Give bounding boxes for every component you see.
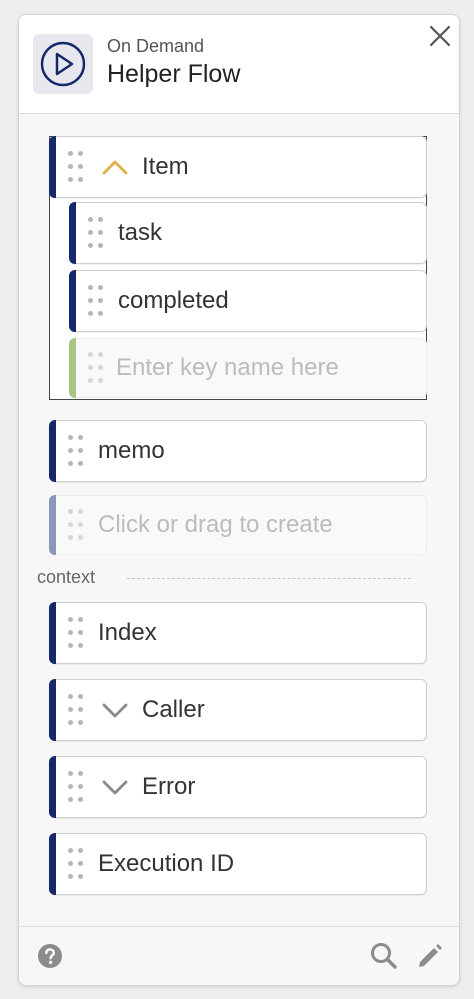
context-item-label: Error — [142, 773, 196, 800]
context-item-execution-id[interactable]: Execution ID — [49, 833, 427, 895]
context-item-caller[interactable]: Caller — [49, 679, 427, 741]
close-button[interactable] — [425, 21, 455, 51]
field-memo[interactable]: memo — [49, 420, 427, 482]
search-icon[interactable] — [369, 941, 399, 971]
chevron-down-icon[interactable] — [102, 702, 128, 718]
chevron-down-icon[interactable] — [102, 779, 128, 795]
child-item-completed[interactable]: completed — [69, 270, 427, 332]
field-label: memo — [98, 437, 165, 464]
create-placeholder-text: Click or drag to create — [98, 511, 333, 538]
context-divider — [127, 578, 411, 579]
drag-handle-icon[interactable] — [88, 285, 104, 317]
context-item-label: Caller — [142, 696, 205, 723]
drag-handle-icon[interactable] — [68, 151, 84, 183]
create-field-dropzone[interactable]: Click or drag to create — [49, 495, 427, 555]
context-section-label: context — [37, 567, 96, 587]
context-item-error[interactable]: Error — [49, 756, 427, 818]
chevron-up-icon[interactable] — [102, 159, 128, 175]
item-group-header[interactable]: Item — [49, 136, 427, 198]
flow-type-label: On Demand — [107, 36, 205, 56]
close-icon — [429, 25, 451, 47]
context-item-label: Execution ID — [98, 850, 235, 877]
drag-handle-icon[interactable] — [68, 771, 84, 803]
drag-handle-icon[interactable] — [88, 217, 104, 249]
drag-handle-icon — [88, 352, 104, 384]
drag-handle-icon[interactable] — [68, 848, 84, 880]
drag-handle-icon — [68, 509, 84, 541]
child-item-task[interactable]: task — [69, 202, 427, 264]
new-key-input[interactable]: Enter key name here — [69, 338, 427, 398]
drag-handle-icon[interactable] — [68, 694, 84, 726]
flow-panel: On Demand Helper Flow Item task complete… — [18, 14, 460, 986]
context-item-index[interactable]: Index — [49, 602, 427, 664]
flow-icon-box — [33, 34, 93, 94]
drag-handle-icon[interactable] — [68, 617, 84, 649]
context-item-label: Index — [98, 619, 157, 646]
help-icon[interactable] — [37, 943, 63, 969]
item-group-label: Item — [142, 153, 189, 180]
child-item-label: completed — [118, 287, 229, 314]
child-item-label: task — [118, 219, 163, 246]
drag-handle-icon[interactable] — [68, 435, 84, 467]
play-circle-icon — [40, 41, 86, 87]
panel-header: On Demand Helper Flow — [19, 15, 459, 114]
flow-title: Helper Flow — [107, 60, 241, 88]
new-key-placeholder: Enter key name here — [116, 354, 339, 381]
panel-footer — [19, 926, 459, 985]
edit-icon[interactable] — [415, 941, 445, 971]
